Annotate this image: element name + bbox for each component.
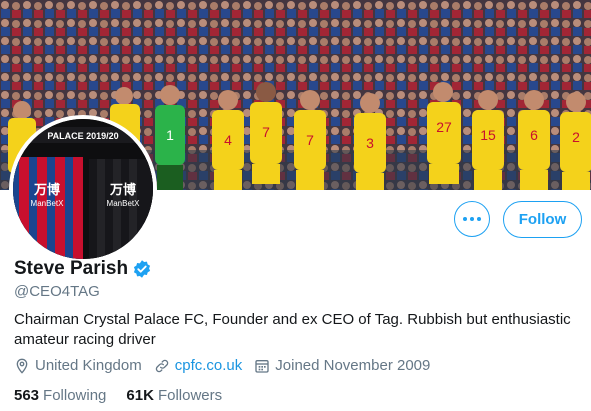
location-item: United Kingdom: [14, 357, 142, 374]
away-shirt: 万博 ManBetX: [89, 159, 153, 259]
player-number: 2: [572, 129, 580, 145]
location-text: United Kingdom: [35, 357, 142, 374]
avatar-caption: PALACE 2019/20: [47, 131, 118, 141]
profile-name: Steve Parish: [14, 258, 129, 279]
followers-label: Followers: [157, 387, 223, 404]
player-number: 7: [262, 124, 270, 140]
calendar-icon: [255, 359, 269, 373]
website-link[interactable]: cpfc.co.uk: [175, 357, 243, 374]
shirt-sponsor-sub: ManBetX: [107, 199, 141, 208]
location-pin-icon: [16, 358, 28, 374]
player-number: 6: [530, 127, 538, 143]
following-label: Following: [43, 387, 107, 404]
avatar-photo: PALACE 2019/20 万博 ManBetX 万博 ManBetX: [13, 119, 153, 259]
shirt-sponsor-sub: ManBetX: [31, 199, 65, 208]
website-item: cpfc.co.uk: [154, 357, 243, 374]
profile-avatar[interactable]: PALACE 2019/20 万博 ManBetX 万博 ManBetX: [9, 115, 157, 263]
bio-line: amateur racing driver: [14, 331, 156, 348]
link-icon: [155, 359, 168, 372]
player-number: 4: [224, 132, 232, 148]
following-count: 563: [14, 387, 40, 404]
player-number: 1: [166, 127, 174, 143]
followers-count: 61K: [126, 387, 154, 404]
following-stat[interactable]: 563 Following: [14, 387, 106, 404]
followers-stat[interactable]: 61K Followers: [126, 387, 222, 404]
joined-text: Joined November 2009: [275, 357, 431, 374]
more-options-button[interactable]: [454, 201, 490, 237]
player-number: 3: [366, 135, 374, 151]
home-shirt: 万博 ManBetX: [13, 157, 83, 259]
profile-handle: @CEO4TAG: [14, 283, 100, 300]
player-number: 7: [306, 132, 314, 148]
joined-item: Joined November 2009: [254, 357, 430, 374]
profile-meta: United Kingdom cpfc.co.uk Joined Novembe…: [14, 357, 442, 374]
verified-badge-icon: [133, 260, 151, 278]
follow-button[interactable]: Follow: [503, 201, 582, 238]
profile-stats: 563 Following 61K Followers: [14, 387, 242, 404]
shirt-sponsor: 万博: [109, 182, 136, 197]
profile-bio: Chairman Crystal Palace FC, Founder and …: [14, 310, 579, 350]
player-number: 15: [480, 127, 496, 143]
bio-line: Chairman Crystal Palace FC, Founder and …: [14, 311, 571, 328]
player-number: 27: [436, 119, 452, 135]
shirt-sponsor: 万博: [33, 182, 60, 197]
profile-name-row: Steve Parish: [14, 258, 152, 280]
more-horizontal-icon: [463, 217, 467, 221]
